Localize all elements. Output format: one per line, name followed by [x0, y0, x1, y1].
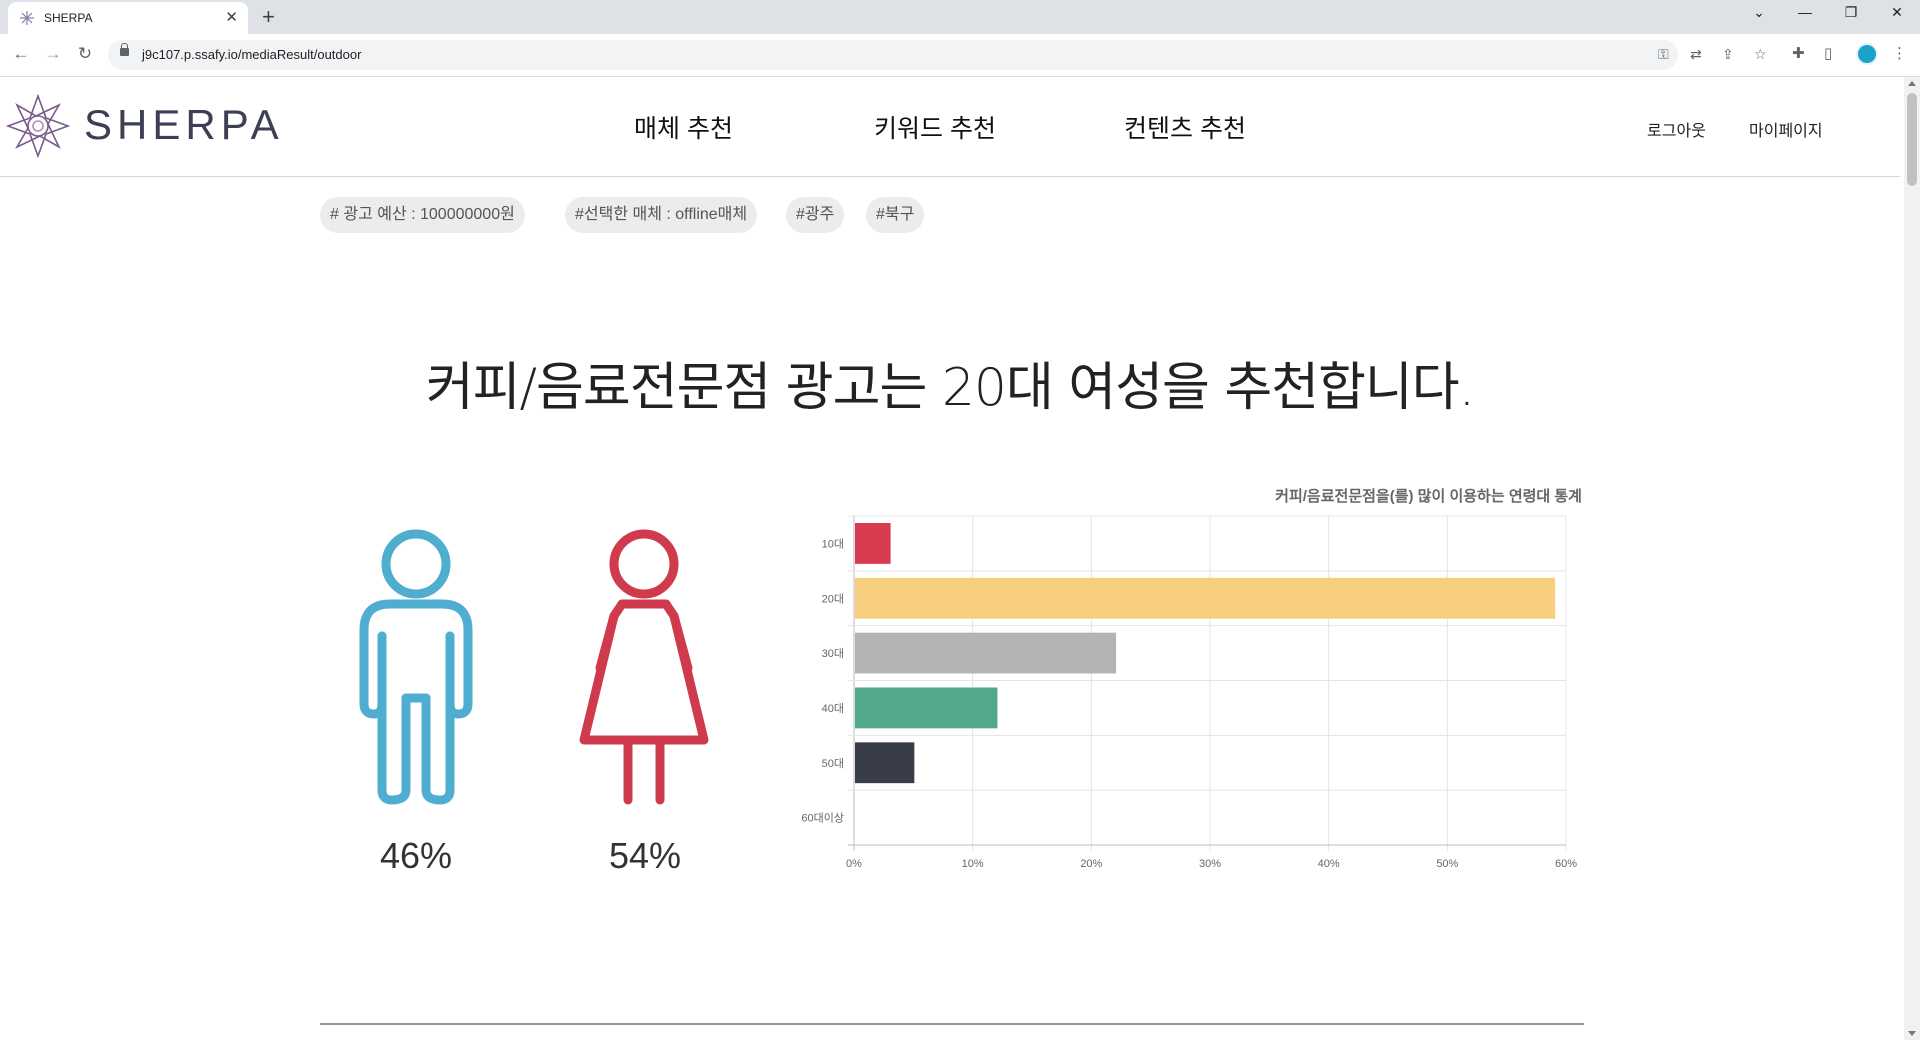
female-percentage: 54% [608, 835, 682, 876]
nav-contents-recommend[interactable]: 컨텐츠 추천 [1124, 109, 1246, 145]
sherpa-favicon-icon [20, 11, 34, 25]
age-group-bar-chart: 커피/음료전문점을(를) 많이 이용하는 연령대 통계 10대 20대 30대 40대… [801, 487, 1582, 870]
restore-icon[interactable]: ❐ [1836, 4, 1866, 21]
browser-toolbar: ← → ↻ j9c107.p.ssafy.io/mediaResult/outd… [0, 34, 1920, 77]
tag-media: #선택한 매체 : offline매체 [565, 197, 758, 233]
tag-district: #북구 [866, 197, 925, 233]
chart-y-tick-label: 10대 [822, 537, 844, 550]
browser-tab[interactable]: SHERPA ✕ [8, 2, 248, 34]
nav-media-recommend[interactable]: 매체 추천 [634, 109, 733, 145]
chart-bar-5[interactable] [855, 742, 915, 784]
side-panel-icon[interactable]: ▯ [1824, 44, 1832, 62]
new-tab-icon[interactable]: + [262, 4, 275, 30]
tab-search-icon[interactable]: ⌄ [1744, 4, 1774, 21]
scroll-thumb[interactable] [1907, 93, 1917, 186]
page-scrollbar[interactable] [1904, 77, 1920, 1040]
chart-x-tick-label: 20% [1080, 858, 1102, 870]
chart-x-tick-label: 60% [1555, 858, 1577, 870]
chrome-menu-icon[interactable]: ⋮ [1892, 44, 1907, 62]
chart-bar-2[interactable] [855, 577, 1556, 619]
chart-y-tick-label: 60대이상 [801, 812, 844, 825]
address-bar[interactable]: j9c107.p.ssafy.io/mediaResult/outdoor ⚿ … [108, 40, 1767, 70]
lock-icon [120, 43, 129, 56]
chart-bar-1[interactable] [855, 523, 891, 564]
chart-bar-3[interactable] [855, 632, 1117, 674]
male-figure-icon [359, 529, 473, 805]
scroll-down-arrow-icon[interactable] [1908, 1031, 1916, 1036]
logo-text[interactable]: SHERPA [84, 101, 284, 149]
logout-link[interactable]: 로그아웃 [1647, 117, 1706, 141]
nav-keyword-recommend[interactable]: 키워드 추천 [874, 109, 996, 145]
chart-x-tick-label: 50% [1436, 858, 1458, 870]
profile-avatar[interactable] [1856, 43, 1878, 65]
section-divider [320, 1023, 1584, 1025]
share-icon[interactable]: ⇪ [1722, 46, 1734, 63]
female-figure-icon [579, 529, 709, 805]
site-header: SHERPA 매체 추천 키워드 추천 컨텐츠 추천 로그아웃 마이페이지 [0, 77, 1900, 177]
forward-icon[interactable]: → [42, 44, 64, 64]
chart-y-tick-label: 40대 [822, 702, 844, 715]
scroll-up-arrow-icon[interactable] [1908, 81, 1916, 86]
tag-budget: # 광고 예산 : 100000000원 [320, 197, 525, 233]
tab-close-icon[interactable]: ✕ [225, 8, 238, 26]
chart-bar-4[interactable] [855, 687, 998, 729]
mypage-link[interactable]: 마이페이지 [1749, 117, 1823, 141]
recommendation-headline: 커피/음료전문점 광고는 20대 여성을 추천합니다. [425, 358, 1475, 418]
chart-title: 커피/음료전문점을(를) 많이 이용하는 연령대 통계 [1275, 487, 1582, 505]
chart-y-tick-label: 50대 [822, 757, 844, 770]
translate-icon[interactable]: ⇄ [1690, 46, 1702, 63]
bookmark-star-icon[interactable]: ☆ [1754, 46, 1767, 63]
chart-x-tick-label: 30% [1199, 858, 1221, 870]
male-percentage: 46% [379, 835, 453, 876]
chart-x-tick-label: 10% [962, 858, 984, 870]
minimize-icon[interactable]: — [1790, 4, 1820, 20]
reload-icon[interactable]: ↻ [74, 44, 96, 64]
tag-region: #광주 [786, 197, 845, 233]
chart-x-tick-label: 40% [1318, 858, 1340, 870]
back-icon[interactable]: ← [10, 44, 32, 64]
key-icon[interactable]: ⚿ [1658, 46, 1669, 63]
tab-title: SHERPA [44, 11, 93, 25]
chart-x-tick-label: 0% [846, 858, 862, 870]
url-text: j9c107.p.ssafy.io/mediaResult/outdoor [142, 47, 362, 62]
extensions-icon[interactable]: ✚ [1792, 44, 1805, 62]
chart-y-tick-label: 20대 [822, 592, 844, 605]
sherpa-logo-icon[interactable] [6, 94, 70, 158]
chart-y-tick-label: 30대 [822, 647, 844, 660]
browser-tab-bar: SHERPA ✕ + ⌄ — ❐ ✕ [0, 0, 1920, 34]
window-close-icon[interactable]: ✕ [1882, 4, 1912, 21]
